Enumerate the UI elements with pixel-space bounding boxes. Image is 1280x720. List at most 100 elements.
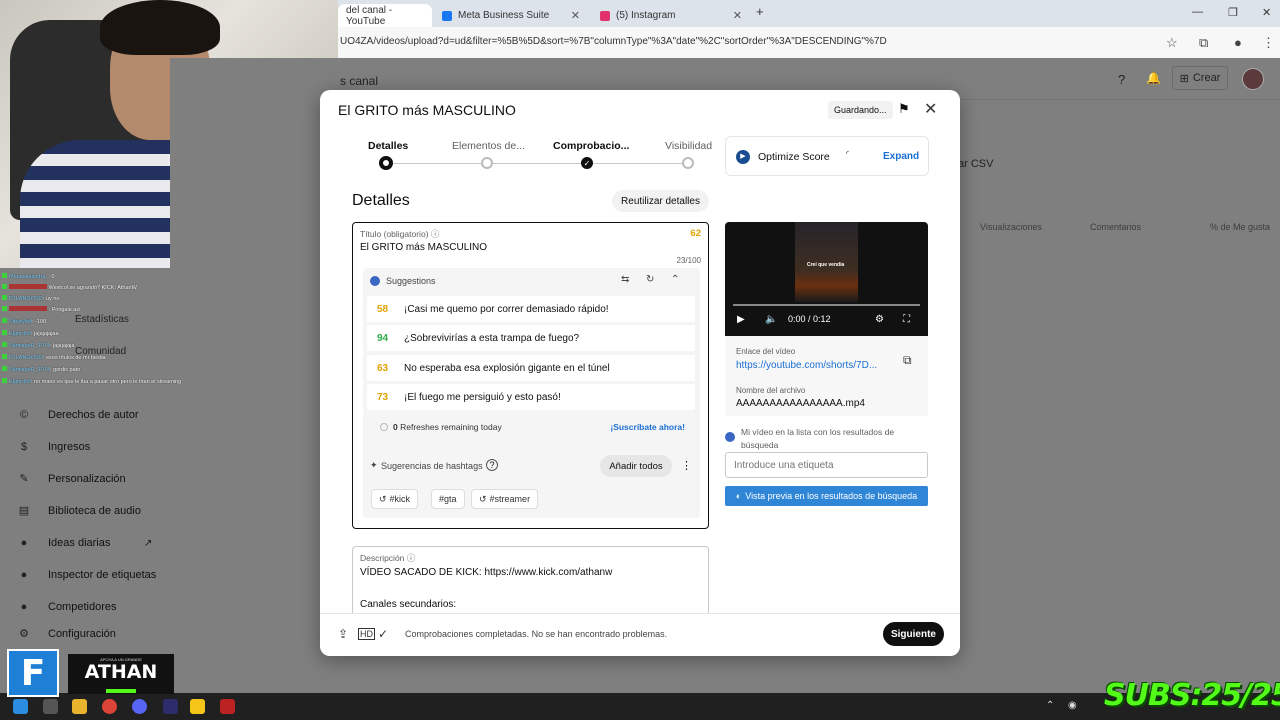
sidebar-item-label: Ideas diarias [48, 537, 111, 549]
tag-input[interactable] [725, 452, 928, 478]
add-all-button[interactable]: Añadir todos [600, 455, 672, 477]
link-label: Enlace del vídeo [736, 347, 796, 356]
bell-icon[interactable]: 🔔 [1146, 71, 1161, 85]
fullscreen-icon[interactable]: ⛶ [903, 314, 910, 325]
address-bar[interactable]: UO4ZA/videos/upload?d=ud&filter=%5B%5D&s… [338, 27, 1280, 58]
menu-icon[interactable]: ⋮ [1262, 35, 1275, 51]
discord-icon[interactable] [132, 699, 147, 714]
video-link[interactable]: https://youtube.com/shorts/7D... [736, 360, 877, 371]
hashtag-chip[interactable]: #gta [431, 489, 465, 509]
suggestion-score: 94 [377, 332, 389, 344]
column-header: Comentarios [1090, 222, 1142, 232]
column-header: % de Me gusta [1210, 222, 1271, 232]
video-progress[interactable] [733, 304, 920, 306]
video-preview[interactable]: Creí que vendía ▶ 🔈 0:00 / 0:12 ⚙ ⛶ [725, 222, 928, 336]
suggestion-item[interactable]: 63 No esperaba esa explosión gigante en … [367, 355, 695, 381]
tab-youtube[interactable]: del canal - YouTube [338, 4, 432, 27]
url-text[interactable]: UO4ZA/videos/upload?d=ud&filter=%5B%5D&s… [340, 36, 887, 47]
chevron-up-icon[interactable]: ⌃ [671, 274, 679, 285]
avatar[interactable] [1242, 68, 1264, 90]
create-icon: ⊞ [1179, 72, 1189, 85]
tab-title: Meta Business Suite [458, 10, 550, 21]
more-icon[interactable]: ⋮ [681, 459, 692, 472]
new-tab-icon[interactable]: + [756, 4, 764, 19]
notes-icon[interactable] [190, 699, 205, 714]
close-icon[interactable]: ✕ [571, 9, 580, 22]
hashtag-chip[interactable]: ↺ #kick [371, 489, 419, 509]
create-button[interactable]: ⊞ Crear [1172, 66, 1228, 90]
help-icon: ⓘ [430, 229, 440, 239]
banner-name: ATHAN [84, 661, 158, 683]
suggestion-item[interactable]: 58 ¡Casi me quemo por correr demasiado r… [367, 296, 695, 322]
sidebar-item-tag-inspector[interactable]: ● Inspector de etiquetas [0, 562, 168, 588]
reuse-details-button[interactable]: Reutilizar detalles [612, 190, 709, 212]
tab-instagram[interactable]: (5) Instagram ✕ [592, 4, 750, 27]
tab-meta[interactable]: Meta Business Suite ✕ [434, 4, 588, 27]
step-current-dot [379, 156, 393, 170]
swap-icon[interactable]: ⇆ [621, 274, 629, 285]
suggestions-header: Suggestions ⇆ ↻ ⌃ [363, 268, 700, 294]
hashtag-chip[interactable]: ↺ #streamer [471, 489, 539, 509]
vidiq-icon: ● [20, 537, 28, 549]
description-field[interactable]: Descripción ⓘ VÍDEO SACADO DE KICK: http… [352, 546, 709, 616]
tray-chevron-icon[interactable]: ⌃ [1046, 700, 1054, 711]
step-details[interactable]: Detalles [368, 140, 408, 152]
char-counter: 23/100 [676, 256, 701, 265]
feedback-icon[interactable]: ⚑ [898, 101, 910, 117]
title-field[interactable]: Título (obligatorio) ⓘ 62 El GRITO más M… [352, 222, 709, 529]
premiere-icon[interactable] [163, 699, 178, 714]
vidiq-icon: ● [20, 569, 28, 581]
vidiq-icon [725, 432, 735, 442]
maximize-icon[interactable]: ❐ [1228, 6, 1238, 19]
f-logo: F [7, 649, 59, 697]
sidebar-item-settings[interactable]: ⚙ Configuración [0, 621, 168, 647]
sidebar-item-label: Competidores [48, 601, 117, 613]
suggestion-text: No esperaba esa explosión gigante en el … [404, 362, 610, 374]
expand-button[interactable]: Expand [883, 151, 919, 162]
next-button[interactable]: Siguiente [883, 622, 944, 646]
suggestion-text: ¿Sobrevivirías a esta trampa de fuego? [404, 332, 580, 344]
close-icon[interactable]: ✕ [924, 99, 937, 119]
star-icon[interactable]: ☆ [1166, 35, 1178, 51]
file-explorer-icon[interactable] [72, 699, 87, 714]
chrome-icon[interactable] [102, 699, 117, 714]
sidebar-item-audio-library[interactable]: ▤ Biblioteca de audio [0, 498, 168, 524]
export-csv[interactable]: ar CSV [958, 158, 993, 170]
suggestion-text: ¡El fuego me persiguió y esto pasó! [404, 391, 561, 403]
step-visibility[interactable]: Visibilidad [665, 140, 712, 152]
sidebar-item-competitors[interactable]: ● Competidores [0, 594, 168, 620]
profile-icon[interactable]: ● [1234, 35, 1242, 50]
close-window-icon[interactable]: ✕ [1262, 6, 1271, 19]
step-checks[interactable]: Comprobacio... [553, 140, 629, 152]
step-elements[interactable]: Elementos de... [452, 140, 525, 152]
sidebar-item-daily-ideas[interactable]: ● Ideas diarias ↗ [0, 530, 168, 556]
settings-icon[interactable]: ⚙ [875, 314, 884, 325]
voicemod-icon[interactable] [220, 699, 235, 714]
wand-icon: ✎ [19, 473, 29, 485]
sidebar-item-copyright[interactable]: © Derechos de autor [0, 402, 168, 428]
extensions-icon[interactable]: ⧉ [1199, 35, 1208, 51]
suggestion-item[interactable]: 73 ¡El fuego me persiguió y esto pasó! [367, 384, 695, 410]
task-view-icon[interactable] [43, 699, 58, 714]
play-icon[interactable]: ▶ [737, 314, 745, 325]
tray-discord-icon[interactable]: ◉ [1068, 700, 1077, 711]
search-preview-button[interactable]: ◐ Vista previa en los resultados de búsq… [725, 486, 928, 506]
windows-start-icon[interactable] [13, 699, 28, 714]
sidebar-item-customization[interactable]: ✎ Personalización [0, 466, 168, 492]
minimize-icon[interactable]: — [1192, 6, 1203, 18]
refresh-icon[interactable]: ↻ [646, 274, 654, 285]
help-icon[interactable]: ? [1118, 72, 1125, 87]
history-icon: ↺ [379, 493, 387, 504]
stream-chat: Mariaalejandra_: 0 Westcol se agrandó? K… [0, 270, 240, 390]
close-icon[interactable]: ✕ [733, 9, 742, 22]
sidebar-item-income[interactable]: $ Ingresos [0, 434, 168, 460]
suggestion-item[interactable]: 94 ¿Sobrevivirías a esta trampa de fuego… [367, 325, 695, 351]
help-icon[interactable]: ? [486, 459, 498, 471]
subscribe-link[interactable]: ¡Suscríbate ahora! [610, 422, 685, 432]
sidebar-item-label: Derechos de autor [48, 409, 139, 421]
description-line: VÍDEO SACADO DE KICK: https://www.kick.c… [360, 567, 613, 578]
volume-icon[interactable]: 🔈 [765, 314, 777, 325]
optimize-score-panel: ▶ Optimize Score ◜ Expand [725, 136, 929, 176]
title-input[interactable]: El GRITO más MASCULINO [360, 242, 487, 253]
copy-icon[interactable]: ⧉ [903, 353, 912, 368]
